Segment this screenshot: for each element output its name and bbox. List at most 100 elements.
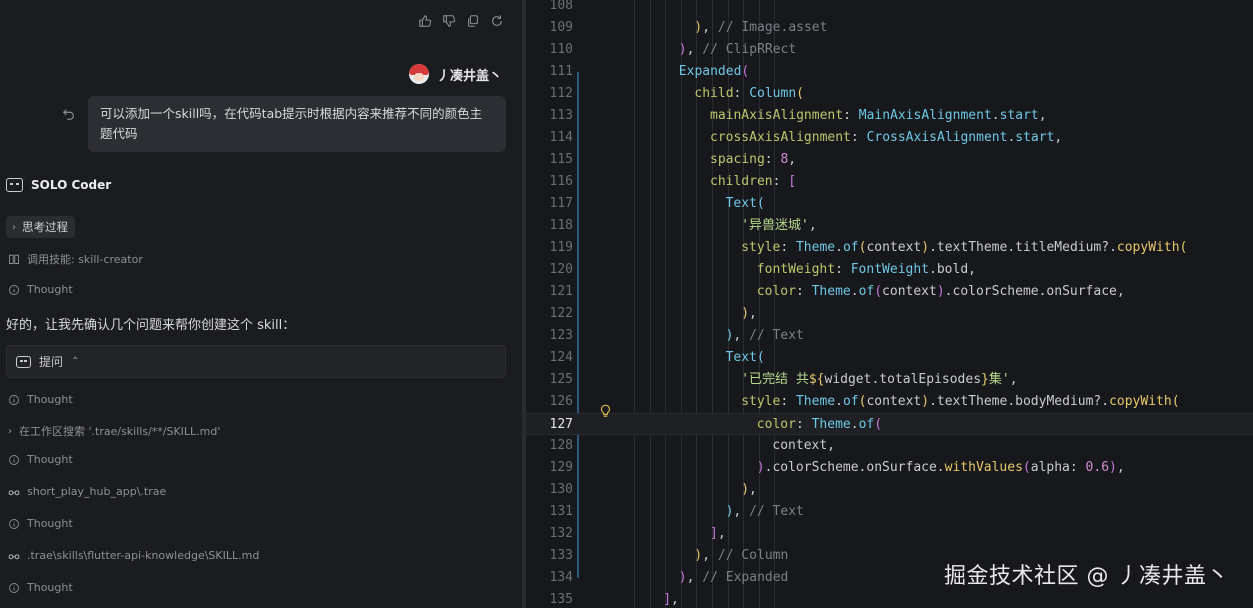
code-line[interactable]: 111 Expanded( [526, 61, 1253, 83]
code-line[interactable]: 129).colorScheme.onSurface.withValues(al… [526, 457, 1253, 479]
line-number[interactable]: 135 [526, 589, 573, 608]
code-line[interactable]: 116 children: [ [526, 171, 1253, 193]
info-icon [9, 582, 19, 593]
thinking-process-toggle[interactable]: › 思考过程 [6, 216, 75, 238]
view-file-step[interactable]: .trae\skills\flutter-api-knowledge\SKILL… [8, 549, 259, 562]
code-line[interactable]: 118 '异兽迷城', [526, 215, 1253, 237]
thumbs-up-icon[interactable] [418, 14, 432, 28]
line-number[interactable]: 124 [526, 347, 573, 369]
code-text: ), [741, 303, 757, 325]
skill-call-step[interactable]: 调用技能: skill-creator [8, 251, 143, 267]
thought-step[interactable]: Thought [8, 581, 73, 594]
code-text: Text( [726, 347, 765, 369]
line-number[interactable]: 116 [526, 171, 573, 193]
code-token: Column [749, 86, 797, 101]
glasses-icon [8, 489, 20, 495]
copy-icon[interactable] [466, 14, 480, 28]
code-token: , [717, 526, 726, 541]
line-number[interactable]: 127 [526, 414, 573, 436]
code-line[interactable]: 125 '已完结 共${widget.totalEpisodes}集', [526, 369, 1253, 391]
code-line[interactable]: 127 color: Theme.of( [526, 413, 1253, 435]
code-line[interactable]: 115 spacing: 8, [526, 149, 1253, 171]
line-number[interactable]: 122 [526, 303, 573, 325]
code-line[interactable]: 110), // ClipRRect [526, 39, 1253, 61]
code-token: , [671, 592, 679, 607]
line-number[interactable]: 133 [526, 545, 573, 567]
line-number[interactable]: 128 [526, 435, 573, 457]
thought-step[interactable]: Thought [8, 393, 73, 406]
line-number[interactable]: 120 [526, 259, 573, 281]
line-number[interactable]: 132 [526, 523, 573, 545]
code-line[interactable]: 135], [526, 589, 1253, 608]
line-number[interactable]: 134 [526, 567, 573, 589]
code-line[interactable]: 109 ), // Image.asset [526, 17, 1253, 39]
code-token: // ClipRRect [702, 42, 797, 57]
line-number[interactable]: 112 [526, 83, 573, 105]
line-number[interactable]: 117 [526, 193, 573, 215]
line-number[interactable]: 115 [526, 149, 573, 171]
thinking-process-label: 思考过程 [22, 220, 68, 234]
code-token: : [843, 108, 859, 123]
file-path-label: short_play_hub_app\.trae [27, 485, 167, 498]
line-number[interactable]: 114 [526, 127, 573, 149]
lightbulb-icon[interactable] [599, 404, 612, 418]
thought-step[interactable]: Thought [8, 283, 73, 296]
ask-question-card[interactable]: 提问 ⌃ [6, 345, 506, 378]
code-token: , [733, 328, 750, 343]
code-line[interactable]: 123), // Text [526, 325, 1253, 347]
line-number[interactable]: 121 [526, 281, 573, 303]
line-number[interactable]: 110 [526, 39, 573, 61]
code-line[interactable]: 124 Text( [526, 347, 1253, 369]
code-token: Text [725, 350, 757, 365]
code-token: ( [756, 196, 765, 211]
code-line[interactable]: 120 fontWeight: FontWeight.bold, [526, 259, 1253, 281]
code-line[interactable]: 121 color: Theme.of(context).colorScheme.… [526, 281, 1253, 303]
regenerate-icon[interactable] [490, 14, 504, 28]
line-number[interactable]: 118 [526, 215, 573, 237]
code-line[interactable]: 128 context, [526, 435, 1253, 457]
line-number[interactable]: 113 [526, 105, 573, 127]
line-number[interactable]: 108 [526, 0, 573, 17]
code-token: ] [663, 592, 672, 607]
code-line[interactable]: 117 Text( [526, 193, 1253, 215]
line-number[interactable]: 109 [526, 17, 573, 39]
code-line[interactable]: 112 child: Column( [526, 83, 1253, 105]
thought-step[interactable]: Thought [8, 453, 73, 466]
code-line[interactable]: 113 mainAxisAlignment: MainAxisAlignment.… [526, 105, 1253, 127]
code-text: Text( [726, 193, 765, 215]
line-number[interactable]: 119 [526, 237, 573, 259]
code-line[interactable]: 131), // Text [526, 501, 1253, 523]
workspace-search-step[interactable]: › 在工作区搜索 '.trae/skills/**/SKILL.md' [8, 423, 220, 439]
code-text: color: Theme.of( [757, 414, 882, 436]
thumbs-down-icon[interactable] [442, 14, 456, 28]
code-text: ), // Image.asset [694, 17, 827, 39]
code-token: , [733, 504, 750, 519]
thought-step[interactable]: Thought [8, 517, 73, 530]
line-number[interactable]: 129 [526, 457, 573, 479]
code-line[interactable]: 119 style: Theme.of (context).textTheme.ti… [526, 237, 1253, 259]
code-token: '异兽迷城' [741, 218, 809, 233]
code-token: FontWeight [850, 262, 930, 277]
code-text: context, [772, 435, 835, 457]
code-text: '已完结 共${widget.totalEpisodes}集', [741, 369, 1017, 391]
code-text: ), // Expanded [679, 567, 789, 589]
code-line[interactable]: 132], [526, 523, 1253, 545]
line-number[interactable]: 126 [526, 391, 573, 413]
undo-icon[interactable] [62, 107, 76, 121]
line-number[interactable]: 111 [526, 61, 573, 83]
code-line[interactable]: 108 [526, 0, 1253, 17]
code-line[interactable]: 122), [526, 303, 1253, 325]
code-line[interactable]: 126 style: Theme.of (context).textTheme.bo… [526, 391, 1253, 413]
line-number[interactable]: 123 [526, 325, 573, 347]
line-number[interactable]: 130 [526, 479, 573, 501]
code-token: , [686, 570, 703, 585]
thought-label: Thought [27, 581, 73, 594]
skill-call-label: 调用技能: skill-creator [27, 253, 143, 266]
line-number[interactable]: 125 [526, 369, 573, 391]
code-editor[interactable]: 108 109), // Image.asset 110), // ClipRRec… [526, 0, 1253, 608]
view-file-step[interactable]: short_play_hub_app\.trae [8, 485, 166, 498]
code-token: ) [741, 482, 750, 497]
line-number[interactable]: 131 [526, 501, 573, 523]
code-line[interactable]: 114 crossAxisAlignment: CrossAxisAlignmen… [526, 127, 1253, 149]
code-line[interactable]: 130), [526, 479, 1253, 501]
